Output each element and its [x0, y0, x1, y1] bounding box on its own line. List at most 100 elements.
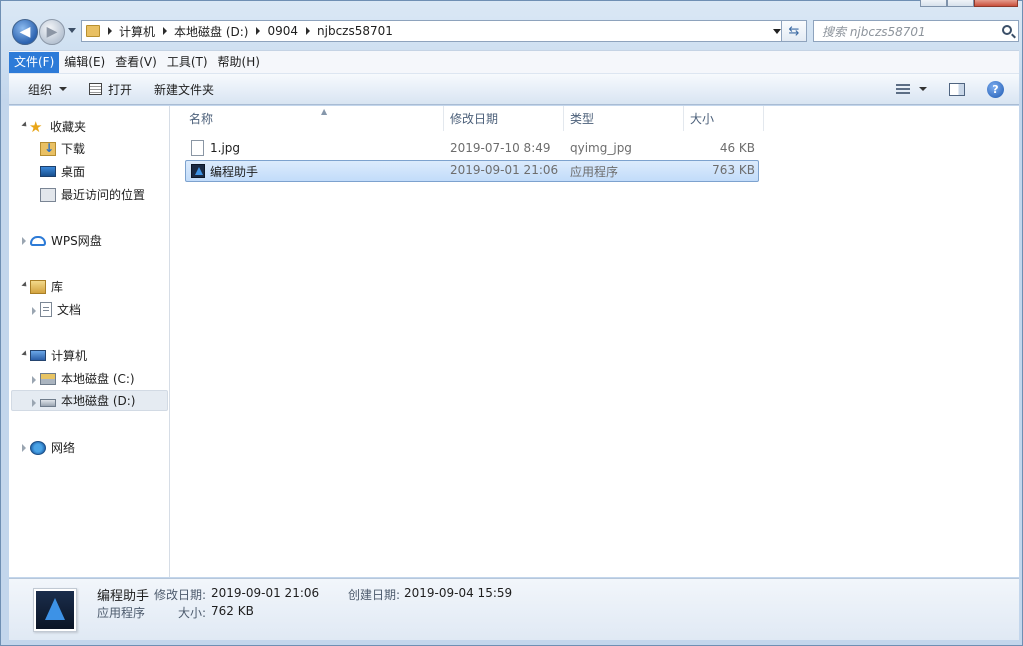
star-icon: ★ — [29, 117, 43, 136]
details-created-label: 创建日期: — [348, 588, 401, 602]
address-bar[interactable]: 计算机 本地磁盘 (D:) 0904 njbczs58701 — [81, 20, 787, 42]
nav-libraries[interactable]: 库 — [30, 276, 63, 297]
column-header-modified[interactable]: 修改日期 — [444, 106, 564, 131]
menu-file[interactable]: 文件(F) — [9, 51, 60, 73]
chevron-right-icon[interactable] — [306, 27, 311, 35]
desktop-icon — [40, 166, 56, 177]
back-button[interactable]: ◀ — [12, 19, 38, 45]
computer-icon — [30, 350, 46, 361]
nav-desktop[interactable]: 桌面 — [40, 161, 85, 182]
drive-c-icon — [40, 372, 56, 385]
file-name: 编程助手 — [210, 165, 259, 179]
breadcrumb-drive-d[interactable]: 本地磁盘 (D:) — [174, 23, 248, 40]
menu-edit[interactable]: 编辑(E) — [59, 52, 110, 73]
menu-bar: 文件(F) 编辑(E) 查看(V) 工具(T) 帮助(H) — [9, 50, 1019, 73]
open-button[interactable]: 打开 — [80, 76, 141, 102]
search-input[interactable]: 搜索 njbczs58701 — [813, 20, 1019, 42]
column-modified-label: 修改日期 — [450, 112, 499, 126]
nav-drive-c-label: 本地磁盘 (C:) — [61, 372, 135, 386]
nav-wps-cloud[interactable]: WPS网盘 — [30, 230, 102, 251]
nav-network[interactable]: 网络 — [30, 437, 75, 458]
column-header-size[interactable]: 大小 — [684, 106, 764, 131]
file-type: 应用程序 — [570, 165, 619, 179]
nav-network-label: 网络 — [51, 441, 76, 455]
navigation-pane[interactable]: ★ 收藏夹 下载 桌面 最近访问的位置 WPS网盘 — [9, 106, 170, 577]
recent-places-icon — [40, 187, 56, 202]
file-list[interactable]: 名称 ▲ 修改日期 类型 大小 1.jpg 2019-07-10 8:49 qy… — [171, 106, 1019, 577]
nav-drive-c[interactable]: 本地磁盘 (C:) — [40, 368, 135, 389]
file-row[interactable]: 编程助手 2019-09-01 21:06 应用程序 763 KB — [185, 160, 759, 182]
main-area: ★ 收藏夹 下载 桌面 最近访问的位置 WPS网盘 — [9, 106, 1019, 577]
file-size: 46 KB — [719, 141, 755, 155]
open-label: 打开 — [108, 82, 133, 97]
change-view-button[interactable] — [896, 84, 927, 94]
application-icon — [191, 164, 205, 178]
preview-pane-button[interactable] — [949, 82, 965, 96]
nav-favorites[interactable]: ★ 收藏夹 — [29, 116, 86, 137]
address-row: ◀ ▶ 计算机 本地磁盘 (D:) 0904 njbczs58701 ⇆ 搜索 … — [9, 15, 1019, 49]
drive-d-icon — [40, 398, 56, 407]
expand-arrow-icon[interactable] — [21, 121, 29, 129]
recent-pages-dropdown[interactable] — [68, 28, 76, 33]
menu-view[interactable]: 查看(V) — [110, 52, 162, 73]
sort-up-icon: ▲ — [321, 107, 328, 116]
details-size-label: 大小: — [178, 606, 207, 620]
new-folder-button[interactable]: 新建文件夹 — [145, 76, 223, 102]
expand-arrow-icon[interactable] — [22, 444, 26, 452]
menu-tools[interactable]: 工具(T) — [162, 52, 213, 73]
details-created-value: 2019-09-04 15:59 — [404, 586, 513, 600]
organize-button[interactable]: 组织 — [19, 76, 76, 102]
file-type: qyimg_jpg — [570, 141, 632, 155]
column-type-label: 类型 — [570, 112, 595, 126]
cloud-icon — [30, 235, 46, 246]
breadcrumb-computer[interactable]: 计算机 — [119, 23, 155, 40]
chevron-right-icon[interactable] — [163, 27, 168, 35]
details-file-type: 应用程序 — [97, 606, 146, 620]
refresh-button[interactable]: ⇆ — [781, 20, 807, 42]
file-row[interactable]: 1.jpg 2019-07-10 8:49 qyimg_jpg 46 KB — [185, 138, 759, 160]
forward-button[interactable]: ▶ — [39, 19, 65, 45]
search-placeholder: 搜索 njbczs58701 — [822, 24, 926, 39]
nav-favorites-label: 收藏夹 — [50, 120, 87, 134]
minimize-button[interactable] — [920, 0, 947, 7]
nav-drive-d-label: 本地磁盘 (D:) — [61, 394, 136, 408]
command-bar: 组织 打开 新建文件夹 ? — [9, 73, 1019, 105]
file-thumbnail — [33, 588, 77, 632]
details-modified-value: 2019-09-01 21:06 — [211, 586, 320, 600]
column-header-name[interactable]: 名称 ▲ — [183, 106, 444, 131]
maximize-button[interactable] — [947, 0, 974, 7]
menu-help[interactable]: 帮助(H) — [213, 52, 265, 73]
open-icon — [89, 83, 103, 95]
help-icon[interactable]: ? — [987, 80, 1004, 98]
nav-desktop-label: 桌面 — [61, 165, 86, 179]
network-icon — [30, 440, 46, 455]
details-file-name: 编程助手 — [97, 589, 150, 604]
download-folder-icon — [40, 141, 56, 156]
close-button[interactable] — [974, 0, 1018, 7]
nav-recent-places[interactable]: 最近访问的位置 — [40, 184, 145, 205]
column-name-label: 名称 — [189, 112, 214, 126]
nav-computer[interactable]: 计算机 — [30, 345, 87, 366]
search-icon[interactable] — [1002, 25, 1012, 35]
expand-arrow-icon[interactable] — [32, 399, 36, 407]
expand-arrow-icon[interactable] — [22, 237, 26, 245]
expand-arrow-icon[interactable] — [32, 307, 36, 315]
nav-documents[interactable]: 文档 — [40, 299, 81, 320]
toolbar-right: ? — [896, 74, 1019, 104]
image-file-icon — [191, 140, 204, 156]
column-header-type[interactable]: 类型 — [564, 106, 684, 131]
explorer-window: ◀ ▶ 计算机 本地磁盘 (D:) 0904 njbczs58701 ⇆ 搜索 … — [0, 0, 1023, 646]
expand-arrow-icon[interactable] — [21, 281, 29, 289]
nav-downloads[interactable]: 下载 — [40, 138, 85, 159]
arrow-left-icon: ◀ — [19, 24, 31, 40]
nav-libraries-label: 库 — [51, 280, 64, 294]
address-history-dropdown[interactable] — [773, 29, 781, 34]
expand-arrow-icon[interactable] — [21, 350, 29, 358]
nav-computer-label: 计算机 — [51, 349, 88, 363]
chevron-right-icon[interactable] — [256, 27, 261, 35]
breadcrumb-current-folder[interactable]: njbczs58701 — [317, 24, 393, 38]
chevron-right-icon[interactable] — [108, 27, 112, 35]
breadcrumb-0904[interactable]: 0904 — [267, 24, 298, 38]
expand-arrow-icon[interactable] — [32, 376, 36, 384]
file-modified: 2019-09-01 21:06 — [450, 163, 559, 177]
